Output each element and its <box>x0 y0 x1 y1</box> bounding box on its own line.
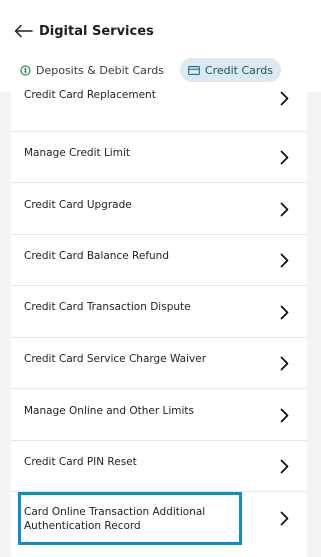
service-row-manage-credit-limit[interactable]: Manage Credit Limit <box>11 132 307 183</box>
chevron-right-icon <box>280 253 289 268</box>
service-row-credit-card-pin-reset[interactable]: Credit Card PIN Reset <box>11 441 307 492</box>
page-title: Digital Services <box>39 23 154 39</box>
service-row-label: Credit Card Transaction Dispute <box>24 301 191 313</box>
chevron-right-icon <box>280 150 289 165</box>
credit-card-icon <box>187 65 200 75</box>
chevron-right-icon <box>280 408 289 423</box>
back-arrow-icon[interactable] <box>14 24 34 38</box>
service-row-credit-card-balance-refund[interactable]: Credit Card Balance Refund <box>11 235 307 286</box>
service-row-label: Credit Card PIN Reset <box>24 456 137 468</box>
service-row-card-online-transaction-authentication-record[interactable]: Card Online Transaction Additional Authe… <box>11 493 307 549</box>
deposit-coin-icon <box>20 64 31 76</box>
tab-credit-label: Credit Cards <box>204 63 273 77</box>
service-row-credit-card-service-charge-waiver[interactable]: Credit Card Service Charge Waiver <box>11 338 307 389</box>
chevron-right-icon <box>280 202 289 217</box>
service-row-label: Card Online Transaction Additional Authe… <box>24 506 206 532</box>
chevron-right-icon <box>280 305 289 320</box>
service-row-label: Credit Card Replacement <box>24 89 156 101</box>
chevron-right-icon <box>280 91 289 106</box>
chevron-right-icon <box>280 459 289 474</box>
header: Digital Services Deposits & Debit Cards … <box>0 0 321 92</box>
service-row-label: Manage Online and Other Limits <box>24 405 194 417</box>
service-row-credit-card-replacement[interactable]: Credit Card Replacement <box>11 81 307 132</box>
service-list: Credit Card Replacement Manage Credit Li… <box>11 88 307 557</box>
tab-deposits-label: Deposits & Debit Cards <box>36 63 164 77</box>
tab-deposits-debit-cards[interactable]: Deposits & Debit Cards <box>12 58 172 82</box>
tab-bar: Deposits & Debit Cards Credit Cards <box>12 58 281 82</box>
back-row: Digital Services <box>14 20 154 42</box>
service-row-label: Credit Card Service Charge Waiver <box>24 353 207 365</box>
service-row-credit-card-upgrade[interactable]: Credit Card Upgrade <box>11 184 307 235</box>
chevron-right-icon <box>280 356 289 371</box>
service-row-label: Credit Card Balance Refund <box>24 250 169 262</box>
service-row-label: Credit Card Upgrade <box>24 199 132 211</box>
service-row-label: Manage Credit Limit <box>24 147 130 159</box>
service-row-credit-card-transaction-dispute[interactable]: Credit Card Transaction Dispute <box>11 287 307 338</box>
chevron-right-icon <box>280 511 289 526</box>
tab-credit-cards[interactable]: Credit Cards <box>179 58 281 82</box>
digital-services-screen: Digital Services Deposits & Debit Cards … <box>0 0 321 557</box>
service-row-manage-online-and-other-limits[interactable]: Manage Online and Other Limits <box>11 390 307 441</box>
